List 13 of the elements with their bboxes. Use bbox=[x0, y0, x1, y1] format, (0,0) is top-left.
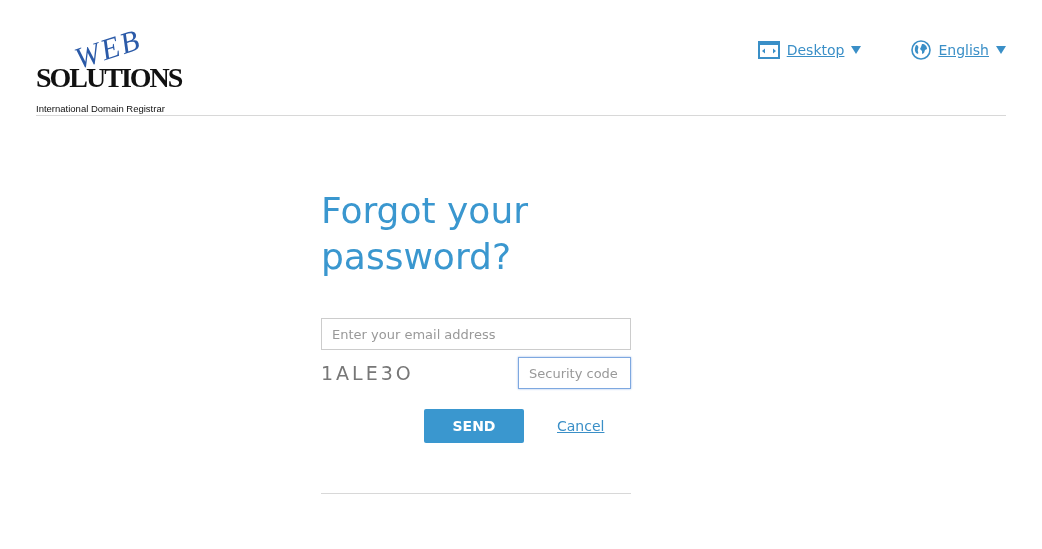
send-button[interactable]: SEND bbox=[424, 409, 524, 443]
globe-icon[interactable] bbox=[911, 40, 932, 60]
logo-tagline: International Domain Registrar bbox=[36, 103, 165, 114]
header-link[interactable]: Desktop bbox=[786, 42, 845, 58]
email-field[interactable]: Enter your email address bbox=[321, 318, 631, 350]
captcha-text: 1ALE3O bbox=[321, 362, 414, 384]
page-title: Forgot your password? bbox=[321, 189, 529, 279]
cancel-link[interactable]: Cancel bbox=[557, 418, 605, 434]
header-link[interactable]: English bbox=[938, 42, 989, 58]
security-code-field[interactable]: Security code bbox=[518, 357, 631, 389]
dropdown-caret-icon[interactable] bbox=[851, 46, 862, 54]
browser-window-icon[interactable] bbox=[757, 41, 780, 59]
dropdown-caret-icon[interactable] bbox=[996, 46, 1006, 54]
